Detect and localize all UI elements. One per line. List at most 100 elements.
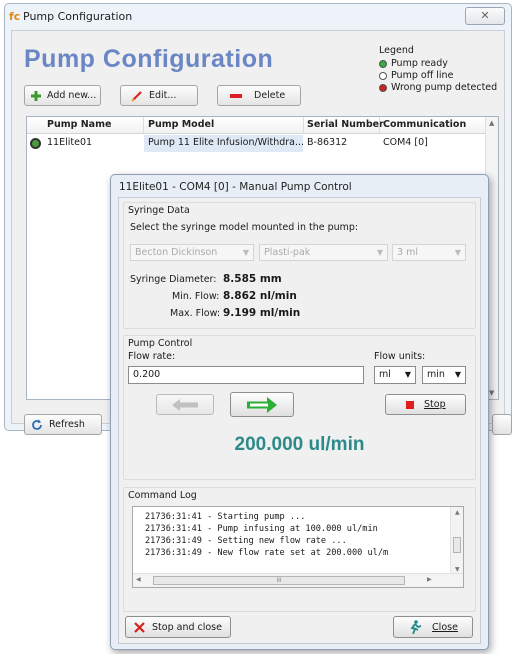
flow-time-unit-value: min bbox=[427, 369, 445, 380]
chevron-down-icon: ▼ bbox=[376, 248, 383, 257]
table-row[interactable]: 11Elite01 Pump 11 Elite Infusion/Withdra… bbox=[27, 135, 486, 152]
edit-label: Edit... bbox=[149, 90, 177, 101]
log-line: 21736:31:41 - Starting pump ... bbox=[145, 512, 306, 522]
chevron-down-icon: ▼ bbox=[454, 370, 461, 379]
syringe-model-select: Plasti-pak ▼ bbox=[259, 244, 388, 261]
close-x-icon bbox=[134, 621, 145, 633]
scroll-down-icon[interactable]: ▼ bbox=[489, 389, 494, 397]
page-title: Pump Configuration bbox=[24, 45, 274, 73]
column-header-pump-name[interactable]: Pump Name bbox=[47, 119, 111, 130]
close-icon: ✕ bbox=[480, 9, 490, 22]
scroll-left-icon[interactable]: ◀ bbox=[136, 576, 141, 583]
chevron-down-icon: ▼ bbox=[404, 370, 411, 379]
partially-hidden-button[interactable] bbox=[492, 414, 512, 435]
legend-title: Legend bbox=[379, 45, 414, 56]
stop-button[interactable]: Stop bbox=[385, 394, 466, 415]
arrow-left-icon bbox=[172, 398, 198, 411]
scroll-up-icon[interactable]: ▲ bbox=[455, 509, 460, 516]
flow-volume-unit-select[interactable]: ml ▼ bbox=[374, 366, 416, 384]
log-scroll-thumb[interactable] bbox=[453, 537, 461, 553]
delete-button[interactable]: Delete bbox=[217, 85, 301, 106]
current-flow-readout: 200.000 ul/min bbox=[234, 434, 365, 455]
column-header-serial-number[interactable]: Serial Number bbox=[307, 119, 384, 130]
window-close-button[interactable]: ✕ bbox=[465, 7, 505, 25]
flow-rate-label: Flow rate: bbox=[128, 351, 176, 362]
column-header-communication[interactable]: Communication bbox=[383, 119, 466, 130]
delete-label: Delete bbox=[254, 90, 286, 101]
refresh-button[interactable]: Refresh bbox=[24, 414, 102, 435]
cell-pump-model: Pump 11 Elite Infusion/Withdra... bbox=[148, 137, 305, 148]
log-line: 21736:31:41 - Pump infusing at 100.000 u… bbox=[145, 524, 378, 534]
flow-rate-value: 0.200 bbox=[133, 369, 161, 380]
command-log-title: Command Log bbox=[128, 490, 197, 501]
pump-control-group-title: Pump Control bbox=[128, 338, 193, 349]
ready-status-icon bbox=[379, 59, 387, 68]
syringe-manufacturer-value: Becton Dickinson bbox=[135, 247, 218, 258]
column-divider[interactable] bbox=[143, 117, 144, 134]
app-logo: fc bbox=[9, 10, 21, 23]
chevron-down-icon: ▼ bbox=[242, 248, 249, 257]
dialog-title[interactable]: 11Elite01 - COM4 [0] - Manual Pump Contr… bbox=[119, 181, 352, 193]
edit-button[interactable]: Edit... bbox=[120, 85, 198, 106]
close-label: Close bbox=[432, 621, 458, 633]
add-new-button[interactable]: Add new... bbox=[24, 85, 101, 106]
dialog-content: Syringe Data Select the syringe model mo… bbox=[118, 197, 481, 644]
legend-label: Pump ready bbox=[391, 58, 448, 69]
pump-control-group: Pump Control Flow rate: Flow units: 0.20… bbox=[123, 335, 476, 480]
syringe-volume-value: 3 ml bbox=[397, 247, 418, 258]
syringe-volume-select: 3 ml ▼ bbox=[392, 244, 466, 261]
cell-communication: COM4 [0] bbox=[383, 137, 428, 148]
scroll-up-icon[interactable]: ▲ bbox=[489, 119, 494, 127]
legend-label: Pump off line bbox=[391, 70, 454, 81]
legend-label: Wrong pump detected bbox=[391, 82, 498, 93]
syringe-group-title: Syringe Data bbox=[128, 205, 190, 216]
add-new-label: Add new... bbox=[47, 90, 97, 101]
cell-serial-number: B-86312 bbox=[307, 137, 348, 148]
chevron-down-icon: ▼ bbox=[454, 248, 461, 257]
legend-item-ready: Pump ready bbox=[379, 58, 448, 69]
log-vertical-scrollbar[interactable]: ▲ ▼ bbox=[450, 507, 463, 575]
log-line: 21736:31:49 - Setting new flow rate ... bbox=[145, 536, 347, 546]
table-header: Pump Name Pump Model Serial Number Commu… bbox=[27, 117, 498, 134]
stop-icon bbox=[406, 400, 414, 409]
stop-and-close-label: Stop and close bbox=[152, 621, 222, 633]
infuse-button[interactable] bbox=[230, 392, 294, 417]
legend-item-offline: Pump off line bbox=[379, 70, 453, 81]
legend-item-wrong: Wrong pump detected bbox=[379, 82, 497, 93]
command-log-group: Command Log 21736:31:41 - Starting pump … bbox=[123, 487, 476, 612]
refresh-icon bbox=[32, 419, 42, 430]
scroll-down-icon[interactable]: ▼ bbox=[455, 566, 460, 573]
window-titlebar[interactable]: fc Pump Configuration ✕ bbox=[5, 4, 511, 28]
min-flow-label: Min. Flow: bbox=[172, 291, 220, 302]
syringe-diameter-value: 8.585 mm bbox=[223, 273, 282, 285]
offline-status-icon bbox=[379, 71, 387, 80]
flow-time-unit-select[interactable]: min ▼ bbox=[422, 366, 466, 384]
flow-units-label: Flow units: bbox=[374, 351, 426, 362]
arrow-right-icon bbox=[247, 396, 277, 413]
flow-volume-unit-value: ml bbox=[379, 369, 391, 380]
column-divider[interactable] bbox=[303, 117, 304, 134]
syringe-diameter-label: Syringe Diameter: bbox=[130, 274, 217, 285]
log-hscroll-thumb[interactable]: III bbox=[153, 576, 405, 585]
refresh-label: Refresh bbox=[49, 419, 85, 430]
min-flow-value: 8.862 nl/min bbox=[223, 290, 297, 302]
window-title: Pump Configuration bbox=[23, 10, 133, 23]
ready-status-icon bbox=[30, 138, 41, 149]
column-divider[interactable] bbox=[379, 117, 380, 134]
close-button[interactable]: Close bbox=[393, 616, 473, 638]
syringe-data-group: Syringe Data Select the syringe model mo… bbox=[123, 202, 476, 329]
plus-icon bbox=[31, 90, 41, 101]
syringe-instruction: Select the syringe model mounted in the … bbox=[130, 222, 359, 233]
syringe-manufacturer-select: Becton Dickinson ▼ bbox=[130, 244, 254, 261]
column-header-pump-model[interactable]: Pump Model bbox=[148, 119, 214, 130]
log-horizontal-scrollbar[interactable]: ◀ III ▶ bbox=[133, 573, 463, 587]
scroll-right-icon[interactable]: ▶ bbox=[427, 576, 432, 583]
withdraw-button[interactable] bbox=[156, 394, 214, 415]
max-flow-label: Max. Flow: bbox=[170, 308, 221, 319]
command-log-box[interactable]: 21736:31:41 - Starting pump ... 21736:31… bbox=[132, 506, 464, 588]
wrong-pump-status-icon bbox=[379, 83, 387, 92]
flow-rate-input[interactable]: 0.200 bbox=[128, 366, 364, 384]
grip-icon: III bbox=[276, 577, 282, 584]
stop-and-close-button[interactable]: Stop and close bbox=[125, 616, 231, 638]
cell-pump-name: 11Elite01 bbox=[47, 137, 93, 148]
